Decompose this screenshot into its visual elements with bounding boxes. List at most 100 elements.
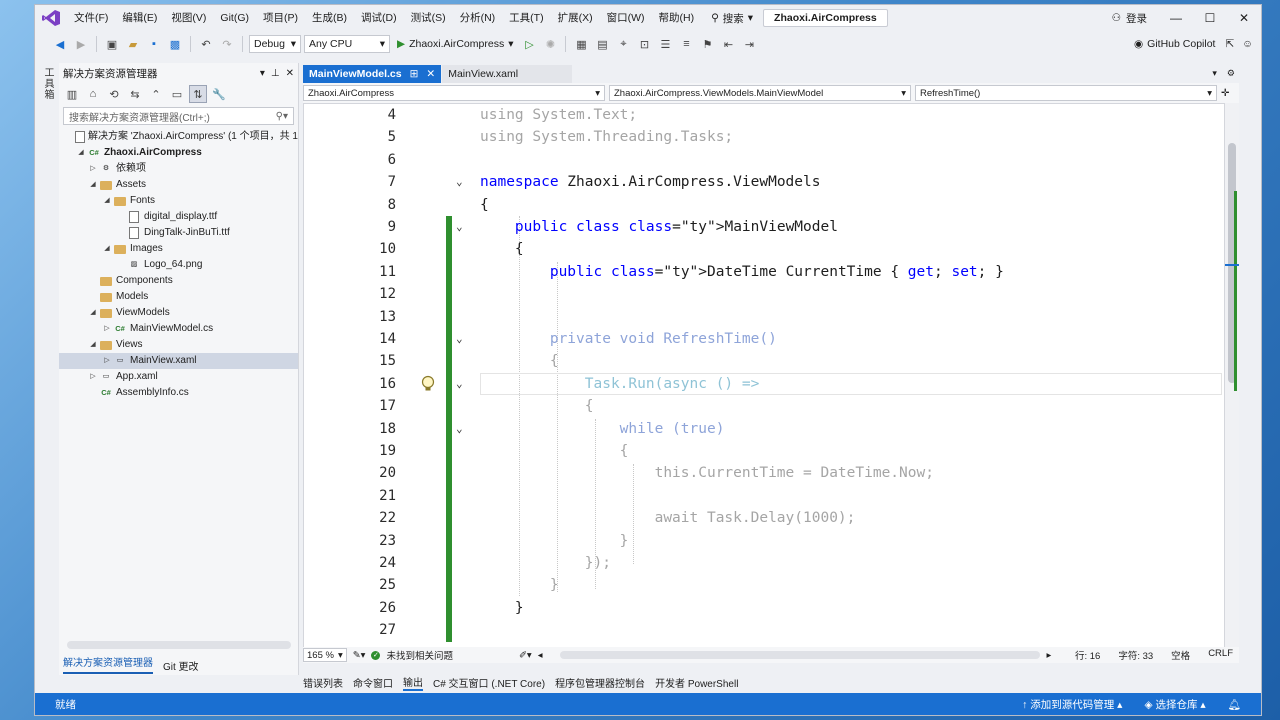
tree-item-assemblyinfo[interactable]: C# AssemblyInfo.cs — [59, 385, 298, 401]
tab-mainview-xaml[interactable]: MainView.xaml — [442, 65, 573, 83]
tree-item-image-file[interactable]: ▨ Logo_64.png — [59, 257, 298, 273]
show-all-files-icon[interactable]: ▭ — [168, 85, 186, 103]
back-icon[interactable]: ◀ — [51, 35, 69, 53]
tree-item-app-xaml[interactable]: ▷ ▭ App.xaml — [59, 369, 298, 385]
save-all-icon[interactable]: ▩ — [166, 35, 184, 53]
start-debug-button[interactable]: ▶ Zhaoxi.AirCompress ▾ — [393, 38, 517, 50]
tree-item-dependencies[interactable]: ▷ ⚙ 依赖项 — [59, 161, 298, 177]
close-button[interactable]: ✕ — [1227, 5, 1261, 31]
expand-arrow-icon[interactable]: ▷ — [87, 369, 99, 385]
solution-tools-icon[interactable]: ▦ — [572, 35, 590, 53]
toolbox-tab[interactable]: 工具箱 — [40, 67, 55, 100]
collapse-region-icon[interactable]: ⌄ — [456, 216, 463, 238]
maximize-button[interactable]: ☐ — [1193, 5, 1227, 31]
uncomment-icon[interactable]: ≡ — [677, 35, 695, 53]
tree-item-mainviewmodel[interactable]: ▷ C# MainViewModel.cs — [59, 321, 298, 337]
open-folder-icon[interactable]: ▰ — [124, 35, 142, 53]
tab-mainviewmodel-cs[interactable]: MainViewModel.cs ⊞ ✕ — [303, 65, 442, 83]
menu-help[interactable]: 帮助(H) — [651, 5, 701, 31]
tree-item-font-file[interactable]: DingTalk-JinBuTi.ttf — [59, 225, 298, 241]
split-icon[interactable]: ✛ — [1221, 88, 1229, 99]
collapse-region-icon[interactable]: ⌄ — [456, 171, 463, 193]
menu-tools[interactable]: 工具(T) — [502, 5, 550, 31]
close-icon[interactable]: ✕ — [426, 68, 435, 80]
tree-item-components[interactable]: Components — [59, 273, 298, 289]
menu-window[interactable]: 窗口(W) — [600, 5, 652, 31]
editor-hscrollbar[interactable] — [560, 651, 1041, 659]
collapse-region-icon[interactable]: ⌄ — [456, 418, 463, 440]
expand-arrow-icon[interactable]: ▷ — [87, 161, 99, 177]
pin-icon[interactable]: ⊞ — [410, 68, 419, 80]
menu-extensions[interactable]: 扩展(X) — [551, 5, 600, 31]
add-to-source-control-button[interactable]: ↑ 添加到源代码管理 ▴ — [1022, 697, 1122, 712]
menu-test[interactable]: 测试(S) — [404, 5, 453, 31]
notifications-icon[interactable]: 🔔︎ — [1228, 698, 1241, 711]
forward-icon[interactable]: ▶ — [72, 35, 90, 53]
line-ending[interactable]: CRLF — [1208, 648, 1233, 662]
bookmark-icon[interactable]: ⚑ — [698, 35, 716, 53]
editor-vscrollbar[interactable] — [1225, 103, 1239, 651]
bookmark-next-icon[interactable]: ⇥ — [740, 35, 758, 53]
chevron-down-icon[interactable]: ▾ — [260, 68, 265, 79]
minimize-button[interactable]: — — [1159, 5, 1193, 31]
tab-solution-explorer[interactable]: 解决方案资源管理器 — [63, 656, 153, 674]
collapse-region-icon[interactable]: ⌄ — [456, 373, 463, 395]
share-icon[interactable]: ⇱ — [1225, 38, 1234, 50]
member-dropdown[interactable]: RefreshTime() ▾ — [915, 85, 1217, 101]
layout-icon[interactable]: ▤ — [593, 35, 611, 53]
settings-icon[interactable]: ⚙ — [1227, 68, 1235, 79]
redo-icon[interactable]: ↷ — [218, 35, 236, 53]
collapse-arrow-icon[interactable]: ◢ — [87, 177, 99, 193]
bookmark-prev-icon[interactable]: ⇤ — [719, 35, 737, 53]
github-copilot-button[interactable]: ◉ GitHub Copilot ⇱ ☺ — [1134, 38, 1261, 50]
collapse-arrow-icon[interactable]: ◢ — [75, 145, 87, 161]
expand-arrow-icon[interactable]: ▷ — [101, 321, 113, 337]
tree-item-fonts[interactable]: ◢ Fonts — [59, 193, 298, 209]
tab-list-icon[interactable]: ▾ — [1212, 68, 1217, 79]
login-button[interactable]: ⚇ 登录 — [1100, 11, 1159, 26]
tab-package-manager-console[interactable]: 程序包管理器控制台 — [555, 675, 645, 690]
collapse-arrow-icon[interactable]: ◢ — [87, 337, 99, 353]
collapse-region-icon[interactable]: ⌄ — [456, 328, 463, 350]
issues-status[interactable]: 未找到相关问题 — [386, 648, 453, 662]
pin-icon[interactable]: ⊥ — [271, 68, 280, 79]
hot-reload-icon[interactable]: ✺ — [541, 35, 559, 53]
expand-arrow-icon[interactable]: ▷ — [101, 353, 113, 369]
code-text-area[interactable]: 4 using System.Text; 5 using System.Thread… — [303, 103, 1225, 651]
close-icon[interactable]: ✕ — [286, 68, 294, 79]
save-icon[interactable]: ▪ — [145, 35, 163, 53]
tree-item-models[interactable]: Models — [59, 289, 298, 305]
configuration-dropdown[interactable]: Debug ▾ — [249, 35, 301, 53]
lightbulb-icon[interactable] — [420, 375, 436, 393]
pending-changes-icon[interactable]: ⟲ — [105, 85, 123, 103]
whitespace-mode[interactable]: 空格 — [1171, 648, 1190, 662]
solution-search-input[interactable]: 搜索解决方案资源管理器(Ctrl+;) ⚲▾ — [63, 107, 294, 125]
tree-item-images[interactable]: ◢ Images — [59, 241, 298, 257]
tab-git-changes[interactable]: Git 更改 — [163, 658, 199, 673]
switch-view-icon[interactable]: ▥ — [63, 85, 81, 103]
tree-item-solution[interactable]: 解决方案 'Zhaoxi.AirCompress' (1 个项目，共 1 — [59, 129, 298, 145]
tab-error-list[interactable]: 错误列表 — [303, 675, 343, 690]
tree-item-project[interactable]: ◢ C# Zhaoxi.AirCompress — [59, 145, 298, 161]
search-button[interactable]: ⚲ 搜索 ▾ — [701, 11, 763, 26]
start-without-debug-icon[interactable]: ▷ — [520, 35, 538, 53]
zoom-dropdown[interactable]: 165 % ▾ — [303, 648, 347, 662]
home-icon[interactable]: ⌂ — [84, 85, 102, 103]
tree-item-viewmodels[interactable]: ◢ ViewModels — [59, 305, 298, 321]
menu-project[interactable]: 项目(P) — [256, 5, 305, 31]
undo-icon[interactable]: ↶ — [197, 35, 215, 53]
menu-debug[interactable]: 调试(D) — [354, 5, 404, 31]
collapse-arrow-icon[interactable]: ◢ — [87, 305, 99, 321]
solution-explorer-hscrollbar[interactable] — [67, 641, 291, 649]
new-project-icon[interactable]: ▣ — [103, 35, 121, 53]
tab-command-window[interactable]: 命令窗口 — [353, 675, 393, 690]
filter-icon[interactable]: ⇅ — [189, 85, 207, 103]
comment-icon[interactable]: ☰ — [656, 35, 674, 53]
tab-output[interactable]: 输出 — [403, 674, 423, 691]
tree-item-assets[interactable]: ◢ Assets — [59, 177, 298, 193]
select-repository-button[interactable]: ◈ 选择仓库 ▴ — [1144, 697, 1205, 712]
tab-csharp-interactive[interactable]: C# 交互窗口 (.NET Core) — [433, 675, 545, 690]
brush-icon[interactable]: ✐▾ — [519, 650, 532, 661]
tree-item-mainview-xaml[interactable]: ▷ ▭ MainView.xaml — [59, 353, 298, 369]
collapse-all-icon[interactable]: ⌃ — [147, 85, 165, 103]
